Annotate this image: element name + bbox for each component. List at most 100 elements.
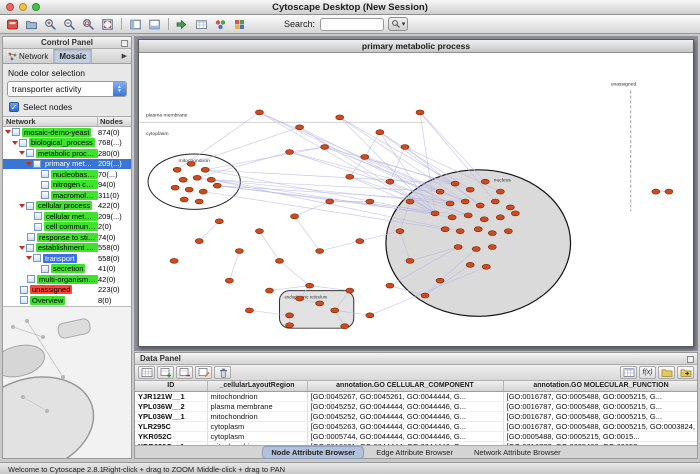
graph-node[interactable] xyxy=(436,189,444,194)
graph-node[interactable] xyxy=(476,203,484,208)
graph-node[interactable] xyxy=(441,227,449,232)
edit-attribute-button[interactable] xyxy=(195,366,212,379)
mosaic-plugin-button[interactable] xyxy=(231,16,248,32)
graph-node[interactable] xyxy=(482,264,490,269)
graph-node[interactable] xyxy=(193,175,201,180)
graph-node[interactable] xyxy=(235,248,243,253)
tree-row-nitrogen-compo[interactable]: nitrogen compo...94(0) xyxy=(3,180,131,191)
tree-row-overview[interactable]: Overview8(0) xyxy=(3,295,131,306)
graph-node[interactable] xyxy=(201,167,209,172)
tree-row-nucleobase[interactable]: nucleobase...70(...) xyxy=(3,169,131,180)
graph-node[interactable] xyxy=(446,201,454,206)
graph-node[interactable] xyxy=(275,258,283,263)
graph-node[interactable] xyxy=(207,177,215,182)
graph-node[interactable] xyxy=(173,167,181,172)
attribute-table-button[interactable] xyxy=(620,366,637,379)
column-header-network[interactable]: Network xyxy=(3,117,98,126)
tree-row-cell-communica[interactable]: cell communica...2(0) xyxy=(3,222,131,233)
graph-node[interactable] xyxy=(481,179,489,184)
graph-node[interactable] xyxy=(472,247,480,252)
graph-node[interactable] xyxy=(474,227,482,232)
select-attributes-button[interactable] xyxy=(138,366,155,379)
graph-node[interactable] xyxy=(199,189,207,194)
column-header-cellular-layout-region[interactable]: _cellularLayoutRegion xyxy=(207,381,307,391)
graph-node[interactable] xyxy=(504,229,512,234)
vizmapper-button[interactable] xyxy=(212,16,229,32)
graph-node[interactable] xyxy=(291,214,299,219)
graph-node[interactable] xyxy=(255,229,263,234)
column-header-nodes[interactable]: Nodes xyxy=(98,117,131,126)
graph-node[interactable] xyxy=(466,187,474,192)
tree-row-macromolecule[interactable]: macromolecule...311(0) xyxy=(3,190,131,201)
tree-row-metabolic-process[interactable]: metabolic process280(0) xyxy=(3,148,131,159)
network-canvas[interactable]: plasma membrane cytoplasm mitochondrion … xyxy=(139,53,693,346)
network-window[interactable]: primary metabolic process plasma membran… xyxy=(138,39,694,347)
import-table-button[interactable] xyxy=(193,16,210,32)
column-header-go-cellular-component[interactable]: annotation.GO CELLULAR_COMPONENT xyxy=(307,381,503,391)
graph-node[interactable] xyxy=(366,313,374,318)
graph-node[interactable] xyxy=(195,239,203,244)
graph-node[interactable] xyxy=(496,189,504,194)
search-options-button[interactable]: ▾ xyxy=(388,17,408,31)
graph-node[interactable] xyxy=(321,145,329,150)
tree-row-establishment-of-lo[interactable]: establishment of lo...558(0) xyxy=(3,243,131,254)
window-titlebar[interactable]: Cytoscape Desktop (New Session) xyxy=(0,0,700,15)
graph-node[interactable] xyxy=(401,145,409,150)
tab-node-attribute-browser[interactable]: Node Attribute Browser xyxy=(262,446,364,459)
network-window-titlebar[interactable]: primary metabolic process xyxy=(139,40,693,53)
graph-node[interactable] xyxy=(480,217,488,222)
expander-icon[interactable] xyxy=(26,256,32,260)
tree-row-secretion[interactable]: secretion41(0) xyxy=(3,264,131,275)
graph-node[interactable] xyxy=(488,231,496,236)
graph-node[interactable] xyxy=(195,199,203,204)
float-panel-button[interactable] xyxy=(687,356,694,363)
tab-mosaic[interactable]: Mosaic xyxy=(54,49,92,63)
graph-node[interactable] xyxy=(185,187,193,192)
graph-node[interactable] xyxy=(665,189,673,194)
graph-node[interactable] xyxy=(316,301,324,306)
graph-node[interactable] xyxy=(496,215,504,220)
graph-node[interactable] xyxy=(245,308,253,313)
graph-node[interactable] xyxy=(179,177,187,182)
table-row[interactable]: YPL036W__2plasma membrane[GO:0045252, GO… xyxy=(135,401,697,411)
float-panel-button[interactable] xyxy=(121,40,128,47)
graph-node[interactable] xyxy=(306,283,314,288)
import-attributes-button[interactable] xyxy=(658,366,675,379)
new-session-button[interactable] xyxy=(4,16,21,32)
graph-node[interactable] xyxy=(491,199,499,204)
tree-row-mosaic-demo-yeast[interactable]: mosaic-demo-yeast874(0) xyxy=(3,127,131,138)
graph-node[interactable] xyxy=(346,288,354,293)
graph-node[interactable] xyxy=(316,248,324,253)
attribute-table-container[interactable]: ID _cellularLayoutRegion annotation.GO C… xyxy=(135,381,697,445)
expander-icon[interactable] xyxy=(19,204,25,208)
expander-icon[interactable] xyxy=(5,130,11,134)
control-panel-toggle-button[interactable] xyxy=(127,16,144,32)
tree-row-primary-metab[interactable]: primary metab...209(...) xyxy=(3,159,131,170)
graph-node[interactable] xyxy=(416,110,424,115)
graph-node[interactable] xyxy=(286,150,294,155)
table-row[interactable]: YJR121W__1mitochondrion[GO:0045267, GO:0… xyxy=(135,391,697,401)
import-network-button[interactable] xyxy=(174,16,191,32)
graph-node[interactable] xyxy=(346,174,354,179)
graph-node[interactable] xyxy=(341,324,349,329)
graph-node[interactable] xyxy=(454,245,462,250)
graph-node[interactable] xyxy=(466,262,474,267)
tree-row-unassigned[interactable]: unassigned223(0) xyxy=(3,285,131,296)
zoom-in-button[interactable] xyxy=(42,16,59,32)
tab-network-attribute-browser[interactable]: Network Attribute Browser xyxy=(465,446,570,459)
tree-row-response-to-stimul[interactable]: response to stimul...74(0) xyxy=(3,232,131,243)
table-row[interactable]: YPL036W__1mitochondrion[GO:0045252, GO:0… xyxy=(135,411,697,421)
table-row[interactable]: YKR052Ccytoplasm[GO:0005744, GO:0044444,… xyxy=(135,431,697,441)
graph-node[interactable] xyxy=(451,181,459,186)
graph-node[interactable] xyxy=(506,205,514,210)
expander-icon[interactable] xyxy=(19,151,25,155)
data-panel-toggle-button[interactable] xyxy=(146,16,163,32)
graph-node[interactable] xyxy=(396,229,404,234)
graph-node[interactable] xyxy=(386,179,394,184)
graph-node[interactable] xyxy=(361,154,369,159)
tree-row-cellular-metabo[interactable]: cellular metabo...209(...) xyxy=(3,211,131,222)
graph-node[interactable] xyxy=(187,161,195,166)
select-nodes-checkbox[interactable]: ✓ xyxy=(9,102,19,112)
graph-node[interactable] xyxy=(652,189,660,194)
create-attribute-button[interactable] xyxy=(157,366,174,379)
